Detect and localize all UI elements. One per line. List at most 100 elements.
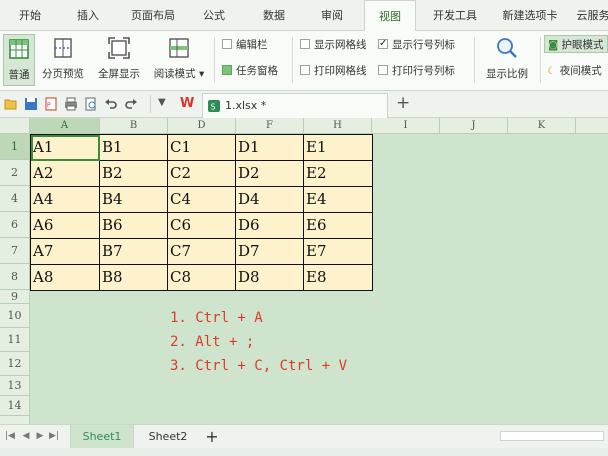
normal-view-button[interactable]: 普通: [3, 34, 35, 86]
magnifier-icon: [497, 38, 517, 58]
eye-icon: ◙: [548, 39, 559, 51]
cell[interactable]: C7: [168, 239, 236, 265]
print-row-col-headers-checkbox[interactable]: 打印行号列标: [378, 63, 455, 79]
print-preview-icon[interactable]: [84, 97, 98, 111]
cell[interactable]: E8: [304, 265, 373, 291]
worksheet-grid[interactable]: A B D F H I J K 1 2 4 6 7 8 9 10 11 12 1…: [0, 118, 608, 424]
row-header[interactable]: 9: [0, 290, 30, 304]
sheet-tab-sheet2[interactable]: Sheet2: [136, 425, 200, 448]
row-header[interactable]: 12: [0, 352, 30, 376]
column-header[interactable]: D: [168, 118, 236, 134]
cell[interactable]: B1: [100, 135, 168, 161]
cell[interactable]: C2: [168, 161, 236, 187]
select-all-corner[interactable]: [0, 118, 30, 134]
row-header[interactable]: 11: [0, 328, 30, 352]
eye-protection-button[interactable]: ◙ 护眼模式: [544, 35, 608, 53]
night-mode-button[interactable]: ☾ 夜间模式: [544, 62, 605, 80]
show-gridlines-checkbox[interactable]: 显示网格线: [300, 37, 367, 53]
redo-icon[interactable]: [124, 97, 138, 111]
cell[interactable]: B4: [100, 187, 168, 213]
row-header[interactable]: 1: [0, 134, 30, 160]
row-header[interactable]: 6: [0, 212, 30, 238]
cell[interactable]: E6: [304, 213, 373, 239]
cell[interactable]: B8: [100, 265, 168, 291]
row-header[interactable]: 13: [0, 376, 30, 396]
cell[interactable]: A8: [31, 265, 100, 291]
add-tab-button[interactable]: +: [396, 93, 410, 113]
print-icon[interactable]: [64, 97, 78, 111]
cell[interactable]: D6: [236, 213, 304, 239]
column-header[interactable]: J: [440, 118, 508, 134]
zoom-button[interactable]: 显示比例: [478, 34, 536, 86]
column-header[interactable]: [576, 118, 608, 134]
sheet-tab-sheet1[interactable]: Sheet1: [70, 425, 134, 448]
reading-mode-button[interactable]: 阅读模式 ▾: [148, 34, 210, 86]
cell-A1[interactable]: A1: [31, 135, 100, 161]
file-tab-1xlsx[interactable]: S 1.xlsx *: [202, 93, 388, 118]
cell[interactable]: A6: [31, 213, 100, 239]
cell[interactable]: B6: [100, 213, 168, 239]
column-header[interactable]: I: [372, 118, 440, 134]
cell[interactable]: C4: [168, 187, 236, 213]
task-pane-checkbox[interactable]: 任务窗格: [222, 63, 278, 79]
menu-tab-new-tab[interactable]: 新建选项卡: [494, 0, 566, 31]
cell[interactable]: A7: [31, 239, 100, 265]
menu-tab-review[interactable]: 审阅: [310, 0, 354, 31]
column-header[interactable]: K: [508, 118, 576, 134]
row-header[interactable]: 14: [0, 396, 30, 416]
horizontal-scrollbar[interactable]: [500, 431, 604, 441]
column-header[interactable]: B: [100, 118, 168, 134]
export-pdf-icon[interactable]: P: [44, 97, 58, 111]
row-header[interactable]: 4: [0, 186, 30, 212]
column-header[interactable]: A: [30, 118, 100, 134]
cell[interactable]: C6: [168, 213, 236, 239]
cell[interactable]: B2: [100, 161, 168, 187]
column-header[interactable]: H: [304, 118, 372, 134]
cell[interactable]: D1: [236, 135, 304, 161]
cell[interactable]: D2: [236, 161, 304, 187]
next-sheet-icon[interactable]: ▶: [34, 430, 46, 442]
menu-tab-formulas[interactable]: 公式: [192, 0, 236, 31]
row-header[interactable]: 7: [0, 238, 30, 264]
customize-dropdown-icon[interactable]: ▼: [158, 97, 166, 108]
edit-bar-checkbox[interactable]: 编辑栏: [222, 37, 268, 53]
cell[interactable]: C1: [168, 135, 236, 161]
print-gridlines-checkbox[interactable]: 打印网格线: [300, 63, 367, 79]
cell[interactable]: A4: [31, 187, 100, 213]
menu-tab-cloud[interactable]: 云服务: [568, 0, 608, 31]
column-header[interactable]: F: [236, 118, 304, 134]
row-header[interactable]: 2: [0, 160, 30, 186]
cell[interactable]: D8: [236, 265, 304, 291]
cell[interactable]: B7: [100, 239, 168, 265]
add-sheet-button[interactable]: +: [202, 425, 222, 448]
menu-tab-insert[interactable]: 插入: [66, 0, 110, 31]
last-sheet-icon[interactable]: ▶|: [48, 430, 60, 442]
open-folder-icon[interactable]: [4, 97, 18, 111]
undo-icon[interactable]: [104, 97, 118, 111]
first-sheet-icon[interactable]: |◀: [4, 430, 16, 442]
row-header[interactable]: 10: [0, 304, 30, 328]
cell[interactable]: D7: [236, 239, 304, 265]
page-break-preview-button[interactable]: 分页预览: [38, 34, 88, 86]
chevron-down-icon: ▾: [199, 68, 205, 80]
checkbox-box: [300, 39, 310, 49]
cell[interactable]: C8: [168, 265, 236, 291]
menu-tab-home[interactable]: 开始: [8, 0, 52, 31]
cell[interactable]: A2: [31, 161, 100, 187]
cell[interactable]: E7: [304, 239, 373, 265]
menu-tab-data[interactable]: 数据: [252, 0, 296, 31]
menu-tab-developer[interactable]: 开发工具: [424, 0, 486, 31]
cell[interactable]: E4: [304, 187, 373, 213]
show-row-col-headers-checkbox[interactable]: 显示行号列标: [378, 36, 455, 53]
menu-tab-page-layout[interactable]: 页面布局: [122, 0, 184, 31]
menu-tab-view[interactable]: 视图: [364, 0, 416, 32]
save-icon[interactable]: [24, 97, 38, 111]
row-header[interactable]: [0, 416, 30, 424]
row-header[interactable]: 8: [0, 264, 30, 290]
cell[interactable]: E1: [304, 135, 373, 161]
prev-sheet-icon[interactable]: ◀: [20, 430, 32, 442]
cell[interactable]: E2: [304, 161, 373, 187]
sheet-tab-bar: |◀ ◀ ▶ ▶| Sheet1 Sheet2 +: [0, 424, 608, 448]
full-screen-button[interactable]: 全屏显示: [94, 34, 144, 86]
cell[interactable]: D4: [236, 187, 304, 213]
